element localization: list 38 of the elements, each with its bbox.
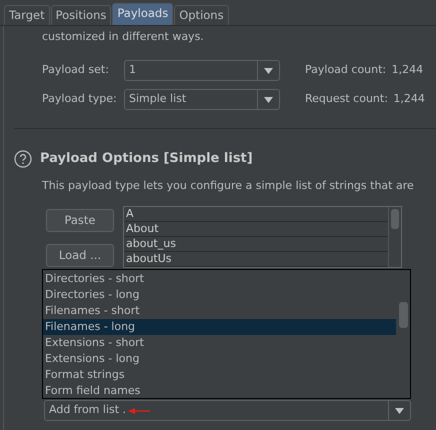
tab[interactable]: Payloads xyxy=(112,3,174,25)
section-title: Payload Options [Simple list] xyxy=(40,150,253,168)
menu-item[interactable]: Extensions - long xyxy=(43,351,396,367)
tab[interactable]: Positions xyxy=(50,5,112,25)
tab[interactable]: Options xyxy=(174,5,229,25)
menu-item[interactable]: Filenames - long xyxy=(43,319,396,335)
menu-item[interactable]: Format strings xyxy=(43,367,396,383)
help-icon[interactable] xyxy=(14,150,32,168)
dropdown-arrow-icon xyxy=(395,408,404,414)
scrollbar-thumb[interactable] xyxy=(391,209,399,229)
field-label: Payload set: xyxy=(42,62,110,78)
list-item[interactable]: About xyxy=(124,222,388,237)
count-value: 1,244 xyxy=(392,63,424,76)
menu-item[interactable]: Directories - long xyxy=(43,287,396,303)
action-button[interactable]: Load ... xyxy=(46,244,114,267)
menu-item[interactable]: Filenames - short xyxy=(43,303,396,319)
list-item[interactable]: A xyxy=(124,207,388,222)
count-value: 1,244 xyxy=(393,92,425,106)
menu-item[interactable]: Extensions - short xyxy=(43,335,396,351)
select-field[interactable]: Add from list . xyxy=(44,400,411,421)
field-label: Payload type: xyxy=(42,91,118,108)
select-field[interactable]: 1 xyxy=(124,60,280,81)
list-box[interactable]: A About about_us aboutUs xyxy=(123,206,402,268)
select-field[interactable]: Simple list xyxy=(124,89,280,110)
scrollbar-thumb[interactable] xyxy=(399,302,408,328)
tab[interactable]: Target xyxy=(4,5,50,25)
intro-text: customized in different ways. xyxy=(42,30,204,43)
annotation-arrow-icon xyxy=(128,406,150,414)
count-label: Request count: xyxy=(305,92,388,106)
menu-item[interactable]: Form field names xyxy=(43,383,396,399)
menu-item[interactable]: Directories - short xyxy=(43,271,396,287)
list-item[interactable]: about_us xyxy=(124,237,388,252)
list-item[interactable]: aboutUs xyxy=(124,252,388,267)
dropdown-arrow-icon xyxy=(264,68,273,74)
action-button[interactable]: Paste xyxy=(46,209,114,232)
dropdown-arrow-icon xyxy=(264,96,273,102)
count-label: Payload count: xyxy=(305,63,386,76)
description-text: This payload type lets you configure a simple list of strings that are xyxy=(42,178,414,192)
